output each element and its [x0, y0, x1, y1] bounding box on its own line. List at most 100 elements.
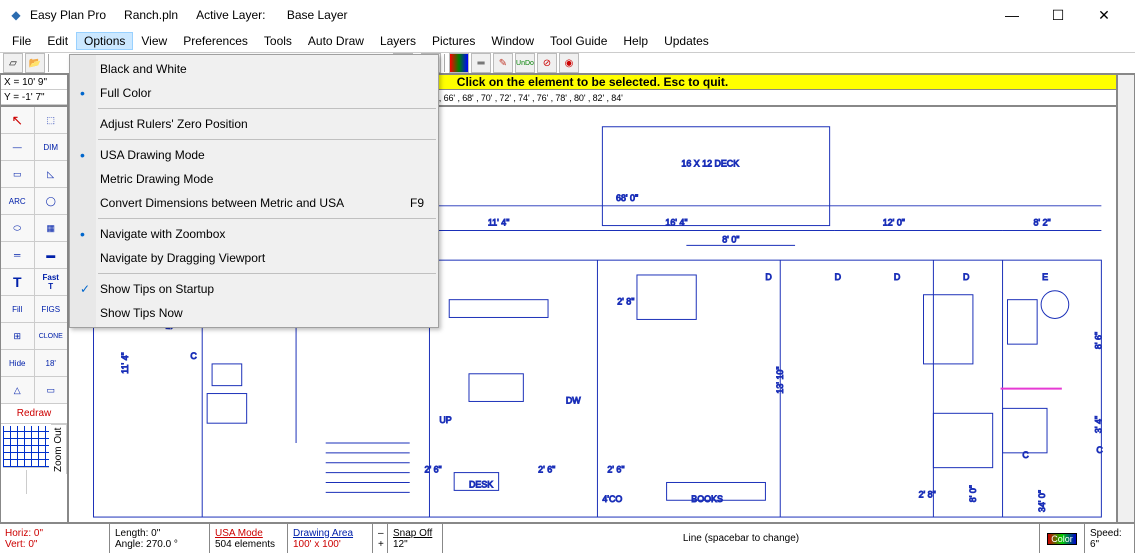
tool-circle[interactable]: ◯: [35, 188, 68, 214]
menu-pictures[interactable]: Pictures: [424, 32, 483, 50]
menu-autodraw[interactable]: Auto Draw: [300, 32, 372, 50]
menu-edit[interactable]: Edit: [39, 32, 76, 50]
svg-text:UP: UP: [439, 415, 451, 425]
tool-tri2[interactable]: △: [1, 377, 35, 403]
svg-text:8' 6": 8' 6": [1093, 332, 1103, 349]
tb-colorbar[interactable]: |||: [449, 53, 469, 73]
dd-black-white[interactable]: Black and White: [70, 57, 438, 81]
svg-text:D: D: [835, 272, 841, 282]
titlebar: ◆ Easy Plan ProRanch.plnActive Layer: Ba…: [0, 0, 1135, 30]
svg-text:2' 8": 2' 8": [617, 297, 634, 307]
tool-box2[interactable]: ▭: [35, 377, 68, 403]
svg-text:D: D: [963, 272, 969, 282]
zoom-out-button[interactable]: Zoom Out: [51, 424, 67, 474]
svg-text:4'CO: 4'CO: [602, 494, 622, 504]
dd-usa-mode[interactable]: USA Drawing Mode: [70, 143, 438, 167]
tool-hide[interactable]: Hide: [1, 350, 35, 376]
tb-lines[interactable]: ═: [471, 53, 491, 73]
menu-toolguide[interactable]: Tool Guide: [542, 32, 615, 50]
maximize-button[interactable]: ☐: [1035, 0, 1081, 30]
options-dropdown: Black and White Full Color Adjust Rulers…: [69, 54, 439, 328]
coord-y: Y = -1' 7": [1, 90, 67, 105]
tb-cancel[interactable]: ⊘: [537, 53, 557, 73]
tb-undo[interactable]: UnDo: [515, 53, 535, 73]
menu-layers[interactable]: Layers: [372, 32, 424, 50]
statusbar: Horiz: 0"Vert: 0" Length: 0"Angle: 270.0…: [0, 523, 1135, 553]
tool-marquee[interactable]: ⬚: [35, 107, 68, 133]
dd-metric-mode[interactable]: Metric Drawing Mode: [70, 167, 438, 191]
svg-text:2' 6": 2' 6": [425, 465, 442, 475]
menu-tools[interactable]: Tools: [256, 32, 300, 50]
sb-snap[interactable]: Snap Off 12": [388, 524, 443, 553]
menu-options[interactable]: Options: [76, 32, 133, 50]
tool-fill[interactable]: Fill: [1, 296, 35, 322]
tool-text-fast[interactable]: Fast T: [35, 269, 68, 295]
tool-dim[interactable]: DIM: [35, 134, 68, 160]
tool-select[interactable]: ↖: [1, 107, 35, 133]
window-title: Easy Plan ProRanch.plnActive Layer: Base…: [30, 8, 384, 22]
tb-target[interactable]: ◉: [559, 53, 579, 73]
tb-brush[interactable]: ✎: [493, 53, 513, 73]
tool-figs[interactable]: FIGS: [35, 296, 68, 322]
sb-speed[interactable]: Speed:6": [1085, 524, 1135, 553]
tool-rect[interactable]: ▭: [1, 161, 35, 187]
menu-window[interactable]: Window: [483, 32, 542, 50]
sb-color[interactable]: Color: [1040, 524, 1085, 553]
sb-length-angle: Length: 0"Angle: 270.0 °: [110, 524, 210, 553]
menu-view[interactable]: View: [133, 32, 175, 50]
pattern-swatch[interactable]: [3, 426, 49, 468]
dd-tips-startup[interactable]: Show Tips on Startup: [70, 277, 438, 301]
tool-text-bold[interactable]: T: [1, 269, 35, 295]
dd-tips-now[interactable]: Show Tips Now: [70, 301, 438, 325]
tool-18[interactable]: 18': [35, 350, 68, 376]
dd-convert-dims[interactable]: Convert Dimensions between Metric and US…: [70, 191, 438, 215]
menu-file[interactable]: File: [4, 32, 39, 50]
svg-text:16 X 12 DECK: 16 X 12 DECK: [681, 158, 739, 168]
tb-open[interactable]: 📂: [25, 53, 45, 73]
svg-text:DW: DW: [566, 395, 581, 405]
close-button[interactable]: ✕: [1081, 0, 1127, 30]
dd-adjust-rulers[interactable]: Adjust Rulers' Zero Position: [70, 112, 438, 136]
coord-x: X = 10' 9": [1, 75, 67, 90]
svg-text:34' 0": 34' 0": [1037, 490, 1047, 512]
dd-full-color[interactable]: Full Color: [70, 81, 438, 105]
svg-text:8' 0": 8' 0": [722, 234, 739, 244]
svg-text:68' 0": 68' 0": [616, 193, 638, 203]
tool-grid[interactable]: ▦: [35, 215, 68, 241]
svg-text:C: C: [190, 351, 197, 361]
tool-line[interactable]: —: [1, 134, 35, 160]
tool-ellipse[interactable]: ⬭: [1, 215, 35, 241]
vertical-scrollbar[interactable]: [1117, 74, 1135, 523]
dd-nav-zoombox[interactable]: Navigate with Zoombox: [70, 222, 438, 246]
svg-text:8' 2": 8' 2": [1033, 218, 1050, 228]
menu-preferences[interactable]: Preferences: [175, 32, 256, 50]
sb-horiz-vert: Horiz: 0"Vert: 0": [0, 524, 110, 553]
tool-misc[interactable]: ⊞: [1, 323, 35, 349]
tool-stairs[interactable]: ═: [1, 242, 35, 268]
svg-text:8' 0": 8' 0": [968, 485, 978, 502]
tool-arc[interactable]: ARC: [1, 188, 35, 214]
tool-palette: ↖⬚ —DIM ▭◺ ARC◯ ⬭▦ ═▬ TFast T FillFIGS ⊞…: [0, 106, 68, 523]
coordinate-readout: X = 10' 9" Y = -1' 7": [0, 74, 68, 106]
tool-triangle[interactable]: ◺: [35, 161, 68, 187]
menu-help[interactable]: Help: [615, 32, 656, 50]
sb-area[interactable]: Drawing Area100' x 100': [288, 524, 373, 553]
redraw-button[interactable]: Redraw: [1, 404, 67, 424]
svg-text:C: C: [1096, 445, 1103, 455]
menu-updates[interactable]: Updates: [656, 32, 717, 50]
svg-text:2' 6": 2' 6": [607, 465, 624, 475]
svg-text:DESK: DESK: [469, 479, 493, 489]
svg-text:2' 6": 2' 6": [538, 465, 555, 475]
svg-text:16' 4": 16' 4": [665, 218, 687, 228]
sb-area-toggle[interactable]: –+: [373, 524, 388, 553]
svg-text:D: D: [894, 272, 900, 282]
svg-text:3' 4": 3' 4": [1093, 416, 1103, 433]
svg-text:C: C: [1022, 450, 1029, 460]
svg-text:11' 4": 11' 4": [488, 218, 509, 228]
tb-new[interactable]: ▱: [3, 53, 23, 73]
tool-step[interactable]: ▬: [35, 242, 68, 268]
sb-mode[interactable]: USA Mode504 elements: [210, 524, 288, 553]
tool-clone[interactable]: CLONE: [35, 323, 68, 349]
dd-nav-drag[interactable]: Navigate by Dragging Viewport: [70, 246, 438, 270]
minimize-button[interactable]: —: [989, 0, 1035, 30]
